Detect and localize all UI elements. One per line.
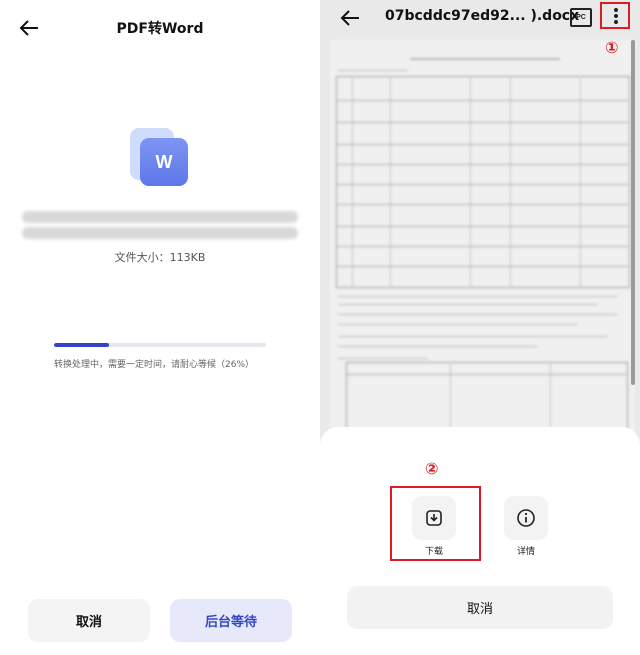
file-name-blurred-line2 [22, 227, 298, 239]
step-marker-1: ① [605, 38, 619, 57]
more-vert-icon [614, 8, 618, 12]
page-title: PDF转Word [116, 21, 204, 37]
background-wait-button[interactable]: 后台等待 [170, 599, 292, 642]
details-label: 详情 [516, 547, 535, 557]
file-name-blurred [22, 211, 298, 223]
download-button[interactable] [412, 496, 456, 540]
pc-view-icon[interactable]: PC [570, 8, 592, 27]
file-size: 文件大小：113KB [114, 251, 206, 264]
info-icon [517, 509, 535, 527]
document-title: 07bcddc97ed92... ).docx [385, 8, 580, 24]
document-scrollbar[interactable] [631, 40, 635, 385]
pdf-to-word-screen: PDF转Word W 文件大小：113KB 转换处理中，需要一定时间，请耐心等候… [0, 0, 320, 655]
document-preview-screen: 07bcddc97ed92... ).docx PC ① ② 下载 详情 取消 [320, 0, 640, 655]
more-options-button[interactable] [600, 2, 630, 29]
word-letter: W [140, 138, 188, 186]
bottom-sheet: ② 下载 详情 取消 [320, 427, 640, 655]
details-button[interactable] [504, 496, 548, 540]
step-marker-2: ② [425, 459, 439, 478]
download-icon [426, 510, 442, 526]
sheet-cancel-button[interactable]: 取消 [347, 586, 613, 629]
document-preview-blurred [330, 40, 635, 460]
word-file-icon: W [128, 126, 192, 190]
progress-bar [54, 343, 266, 347]
progress-fill [54, 343, 110, 347]
back-arrow-icon[interactable] [339, 7, 361, 29]
progress-text: 转换处理中，需要一定时间，请耐心等候（26%） [54, 360, 255, 370]
cancel-button[interactable]: 取消 [28, 599, 150, 642]
download-label: 下载 [424, 547, 443, 557]
